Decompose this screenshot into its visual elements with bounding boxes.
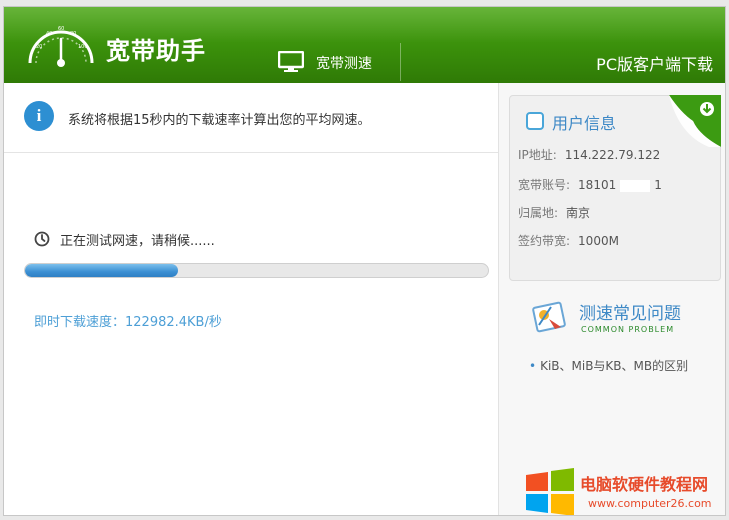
status-text: 正在测试网速，请稍候......: [60, 234, 215, 249]
side-panel: 用户信息 IP地址: 114.222.79.122 宽带账号: 18101 1 归属地…: [499, 83, 725, 515]
notice-bar: i 系统将根据15秒内的下载速率计算出您的平均网速。: [4, 83, 498, 153]
user-info-card: 用户信息 IP地址: 114.222.79.122 宽带账号: 18101 1 归属地…: [509, 95, 721, 281]
account-value-suffix: 1: [654, 178, 662, 192]
bandwidth-label: 签约带宽:: [518, 234, 571, 248]
bandwidth-value: 1000M: [578, 234, 619, 248]
faq-title: 测速常见问题: [579, 304, 681, 324]
svg-text:20: 20: [36, 44, 42, 50]
svg-text:80: 80: [70, 31, 76, 37]
speedometer-logo-icon: 20 40 60 80 100: [28, 26, 94, 67]
bullet-icon: •: [529, 359, 537, 373]
account-row: 宽带账号: 18101 1: [518, 176, 662, 193]
faq-link[interactable]: 测速常见问题 COMMON PROBLEM: [529, 297, 719, 347]
instant-speed-text: 即时下载速度：122982.4KB/秒: [34, 315, 222, 330]
main-panel: i 系统将根据15秒内的下载速率计算出您的平均网速。 正在测试网速，请稍候...…: [4, 83, 498, 515]
app-title: 宽带助手: [106, 37, 206, 65]
user-icon: [526, 112, 544, 130]
watermark-title: 电脑软硬件教程网: [580, 475, 709, 494]
location-value: 南京: [566, 206, 591, 220]
tab-divider: [400, 43, 401, 81]
monitor-icon: [278, 51, 304, 72]
user-info-title: 用户信息: [552, 114, 617, 133]
faq-icon: [532, 301, 566, 333]
ip-value: 114.222.79.122: [564, 148, 661, 162]
app-window: 20 40 60 80 100 宽带助手 宽带测速 PC版客户端下载 i 系统将…: [3, 6, 726, 516]
tab-label: 宽带测速: [316, 56, 372, 72]
header-bar: 20 40 60 80 100 宽带助手 宽带测速 PC版客户端下载: [4, 7, 725, 83]
svg-text:60: 60: [58, 26, 64, 32]
download-corner-icon[interactable]: [669, 95, 721, 147]
pc-client-download-link[interactable]: PC版客户端下载: [596, 51, 713, 75]
info-icon: i: [24, 101, 54, 131]
watermark-url: www.computer26.com: [588, 497, 712, 510]
windows-logo-icon: [526, 468, 574, 515]
speed-progress-bar: [24, 263, 489, 278]
watermark: 电脑软硬件教程网 www.computer26.com: [524, 467, 725, 515]
notice-text: 系统将根据15秒内的下载速率计算出您的平均网速。: [68, 113, 371, 128]
svg-text:40: 40: [46, 31, 52, 37]
ip-row: IP地址: 114.222.79.122: [518, 146, 660, 163]
faq-item-kib-mib[interactable]: • KiB、MiB与KB、MB的区别: [529, 357, 688, 374]
account-mask: [620, 179, 651, 192]
tab-speed-test[interactable]: 宽带测速: [260, 7, 400, 83]
progress-fill: [25, 264, 178, 277]
location-row: 归属地: 南京: [518, 204, 590, 221]
svg-text:100: 100: [78, 44, 88, 50]
location-label: 归属地:: [518, 206, 559, 220]
bandwidth-row: 签约带宽: 1000M: [518, 232, 619, 249]
account-value-prefix: 18101: [578, 178, 617, 192]
faq-item-label: KiB、MiB与KB、MB的区别: [540, 359, 689, 373]
clock-icon: [34, 231, 50, 247]
ip-label: IP地址:: [518, 148, 557, 162]
faq-subtitle: COMMON PROBLEM: [581, 325, 675, 334]
account-label: 宽带账号:: [518, 178, 571, 192]
